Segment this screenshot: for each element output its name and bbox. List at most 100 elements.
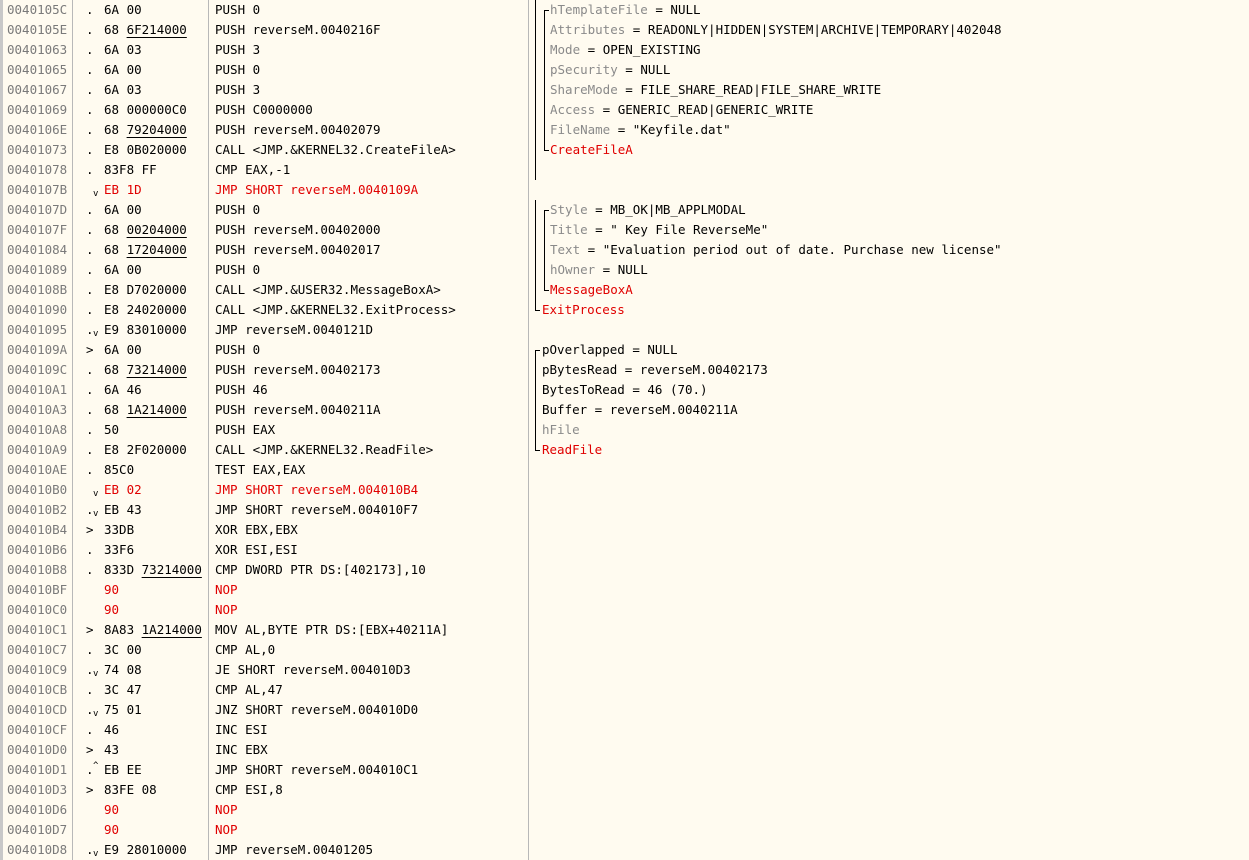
instruction-cell[interactable]: PUSH reverseM.00402000 bbox=[209, 220, 529, 240]
hex-cell[interactable]: . 83F8 FF bbox=[73, 160, 209, 180]
instruction-cell[interactable]: CMP AL,47 bbox=[209, 680, 529, 700]
instruction-cell[interactable]: CMP DWORD PTR DS:[402173],10 bbox=[209, 560, 529, 580]
address-cell[interactable]: 004010C9 bbox=[3, 660, 72, 680]
instruction-cell[interactable]: PUSH 0 bbox=[209, 60, 529, 80]
instruction-cell[interactable]: JMP SHORT reverseM.004010B4 bbox=[209, 480, 529, 500]
instruction-cell[interactable]: PUSH C0000000 bbox=[209, 100, 529, 120]
hex-cell[interactable]: . 68 1A214000 bbox=[73, 400, 209, 420]
hex-cell[interactable]: . 50 bbox=[73, 420, 209, 440]
address-cell[interactable]: 004010A8 bbox=[3, 420, 72, 440]
address-cell[interactable]: 0040107B bbox=[3, 180, 72, 200]
instruction-cell[interactable]: PUSH 0 bbox=[209, 340, 529, 360]
instruction-cell[interactable]: NOP bbox=[209, 580, 529, 600]
hex-cell[interactable]: . 68 17204000 bbox=[73, 240, 209, 260]
address-cell[interactable]: 004010A9 bbox=[3, 440, 72, 460]
address-cell[interactable]: 0040109C bbox=[3, 360, 72, 380]
instruction-cell[interactable]: CALL <JMP.&USER32.MessageBoxA> bbox=[209, 280, 529, 300]
address-cell[interactable]: 0040106E bbox=[3, 120, 72, 140]
hex-cell[interactable]: . 68 79204000 bbox=[73, 120, 209, 140]
instruction-cell[interactable]: INC ESI bbox=[209, 720, 529, 740]
instruction-cell[interactable]: PUSH 46 bbox=[209, 380, 529, 400]
instruction-cell[interactable]: PUSH reverseM.00402079 bbox=[209, 120, 529, 140]
hex-cell[interactable]: . 6A 00 bbox=[73, 260, 209, 280]
instruction-cell[interactable]: CALL <JMP.&KERNEL32.ReadFile> bbox=[209, 440, 529, 460]
hex-cell[interactable]: . v EB 43 bbox=[73, 500, 209, 520]
hex-cell[interactable]: . 3C 47 bbox=[73, 680, 209, 700]
hex-cell[interactable]: 90 bbox=[73, 600, 209, 620]
address-cell[interactable]: 0040105C bbox=[3, 0, 72, 20]
hex-cell[interactable]: . 833D 73214000 bbox=[73, 560, 209, 580]
address-cell[interactable]: 004010B8 bbox=[3, 560, 72, 580]
address-cell[interactable]: 004010C1 bbox=[3, 620, 72, 640]
hex-cell[interactable]: . v 74 08 bbox=[73, 660, 209, 680]
address-cell[interactable]: 0040107D bbox=[3, 200, 72, 220]
hex-cell[interactable]: . v E9 28010000 bbox=[73, 840, 209, 860]
address-cell[interactable]: 004010D3 bbox=[3, 780, 72, 800]
instruction-cell[interactable]: NOP bbox=[209, 600, 529, 620]
hex-cell[interactable]: . E8 0B020000 bbox=[73, 140, 209, 160]
hex-cell[interactable]: . 6A 03 bbox=[73, 80, 209, 100]
hex-cell[interactable]: . 6A 46 bbox=[73, 380, 209, 400]
instruction-cell[interactable]: PUSH 3 bbox=[209, 80, 529, 100]
hex-cell[interactable]: . 6A 03 bbox=[73, 40, 209, 60]
hex-cell[interactable]: . E8 D7020000 bbox=[73, 280, 209, 300]
instruction-cell[interactable]: PUSH reverseM.00402173 bbox=[209, 360, 529, 380]
address-cell[interactable]: 004010A3 bbox=[3, 400, 72, 420]
instruction-cell[interactable]: PUSH 0 bbox=[209, 260, 529, 280]
address-cell[interactable]: 004010B4 bbox=[3, 520, 72, 540]
hex-cell[interactable]: . E8 24020000 bbox=[73, 300, 209, 320]
instruction-cell[interactable]: JE SHORT reverseM.004010D3 bbox=[209, 660, 529, 680]
address-cell[interactable]: 00401073 bbox=[3, 140, 72, 160]
hex-cell[interactable]: . 85C0 bbox=[73, 460, 209, 480]
address-cell[interactable]: 004010B6 bbox=[3, 540, 72, 560]
address-cell[interactable]: 00401065 bbox=[3, 60, 72, 80]
address-cell[interactable]: 004010D1 bbox=[3, 760, 72, 780]
address-cell[interactable]: 004010B2 bbox=[3, 500, 72, 520]
disassembly-column[interactable]: PUSH 0 PUSH reverseM.0040216F PUSH 3 PUSH 0… bbox=[208, 0, 529, 860]
hex-cell[interactable]: . v E9 83010000 bbox=[73, 320, 209, 340]
hex-cell[interactable]: . ^ EB EE bbox=[73, 760, 209, 780]
address-cell[interactable]: 0040108B bbox=[3, 280, 72, 300]
address-cell[interactable]: 00401095 bbox=[3, 320, 72, 340]
instruction-cell[interactable]: JMP SHORT reverseM.0040109A bbox=[209, 180, 529, 200]
address-cell[interactable]: 004010D7 bbox=[3, 820, 72, 840]
hex-dump-column[interactable]: . 6A 00. 68 6F214000. 6A 03. 6A 00. 6A 03. 68 … bbox=[72, 0, 209, 860]
hex-cell[interactable]: >43 bbox=[73, 740, 209, 760]
instruction-cell[interactable]: MOV AL,BYTE PTR DS:[EBX+40211A] bbox=[209, 620, 529, 640]
address-cell[interactable]: 004010D8 bbox=[3, 840, 72, 860]
hex-cell[interactable]: . 68 000000C0 bbox=[73, 100, 209, 120]
address-cell[interactable]: 0040109A bbox=[3, 340, 72, 360]
instruction-cell[interactable]: NOP bbox=[209, 820, 529, 840]
address-cell[interactable]: 004010CF bbox=[3, 720, 72, 740]
address-cell[interactable]: 00401067 bbox=[3, 80, 72, 100]
instruction-cell[interactable]: JNZ SHORT reverseM.004010D0 bbox=[209, 700, 529, 720]
instruction-cell[interactable]: PUSH reverseM.0040211A bbox=[209, 400, 529, 420]
instruction-cell[interactable]: XOR EBX,EBX bbox=[209, 520, 529, 540]
instruction-cell[interactable]: NOP bbox=[209, 800, 529, 820]
instruction-cell[interactable]: CALL <JMP.&KERNEL32.CreateFileA> bbox=[209, 140, 529, 160]
instruction-cell[interactable]: CALL <JMP.&KERNEL32.ExitProcess> bbox=[209, 300, 529, 320]
instruction-cell[interactable]: JMP reverseM.00401205 bbox=[209, 840, 529, 860]
address-cell[interactable]: 00401063 bbox=[3, 40, 72, 60]
address-cell[interactable]: 004010D6 bbox=[3, 800, 72, 820]
address-cell[interactable]: 0040107F bbox=[3, 220, 72, 240]
address-cell[interactable]: 004010A1 bbox=[3, 380, 72, 400]
instruction-cell[interactable]: PUSH reverseM.00402017 bbox=[209, 240, 529, 260]
address-cell[interactable]: 004010B0 bbox=[3, 480, 72, 500]
address-cell[interactable]: 004010AE bbox=[3, 460, 72, 480]
instruction-cell[interactable]: XOR ESI,ESI bbox=[209, 540, 529, 560]
hex-cell[interactable]: >33DB bbox=[73, 520, 209, 540]
hex-cell[interactable]: . 6A 00 bbox=[73, 60, 209, 80]
instruction-cell[interactable]: PUSH 3 bbox=[209, 40, 529, 60]
instruction-cell[interactable]: JMP reverseM.0040121D bbox=[209, 320, 529, 340]
hex-cell[interactable]: >6A 00 bbox=[73, 340, 209, 360]
address-column[interactable]: 0040105C 0040105E 00401063 00401065 00401067… bbox=[0, 0, 72, 860]
hex-cell[interactable]: . v 75 01 bbox=[73, 700, 209, 720]
instruction-cell[interactable]: INC EBX bbox=[209, 740, 529, 760]
address-cell[interactable]: 00401078 bbox=[3, 160, 72, 180]
address-cell[interactable]: 004010BF bbox=[3, 580, 72, 600]
hex-cell[interactable]: . 3C 00 bbox=[73, 640, 209, 660]
instruction-cell[interactable]: TEST EAX,EAX bbox=[209, 460, 529, 480]
address-cell[interactable]: 00401084 bbox=[3, 240, 72, 260]
instruction-cell[interactable]: PUSH 0 bbox=[209, 0, 529, 20]
